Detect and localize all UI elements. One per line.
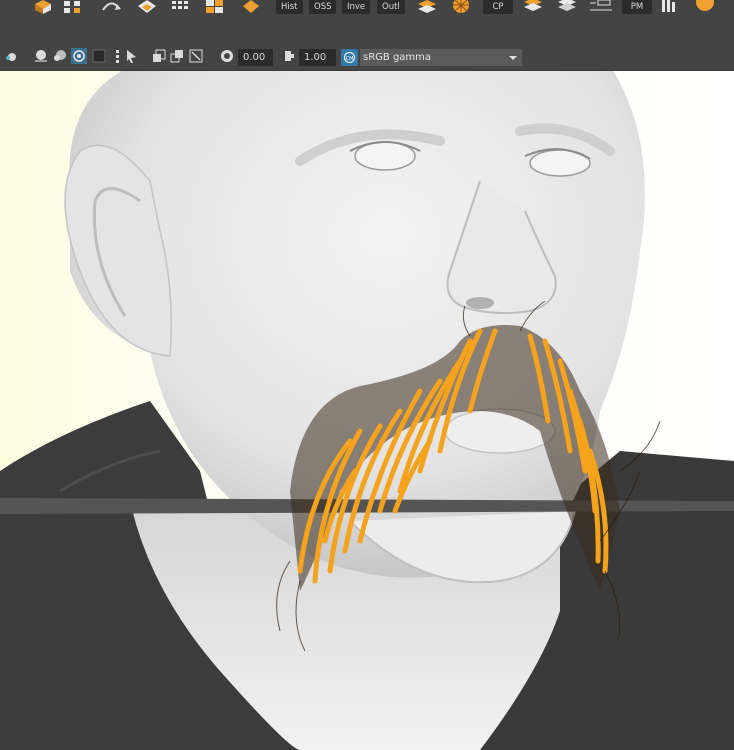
copy-icon[interactable]	[151, 48, 167, 64]
orange-cube-icon[interactable]	[204, 0, 226, 14]
rotate-arrow-icon[interactable]	[100, 0, 122, 14]
light-icon[interactable]	[4, 48, 20, 64]
diamond-icon[interactable]	[136, 0, 158, 14]
shaded-sphere-icon[interactable]	[33, 48, 49, 64]
layered-diamonds-icon[interactable]	[416, 0, 438, 14]
circle-dot-icon[interactable]	[694, 0, 716, 14]
isolate-icon[interactable]	[71, 48, 87, 64]
outl-button[interactable]: Outl	[377, 0, 405, 14]
shelf: Hist OSS Inve Outl CP PM	[0, 0, 734, 16]
layers-icon[interactable]	[556, 0, 578, 14]
gamma-icon[interactable]	[282, 48, 298, 64]
textured-sphere-icon[interactable]	[52, 48, 68, 64]
inve-button[interactable]: Inve	[342, 0, 371, 14]
gamma-field[interactable]: 1.00	[299, 49, 336, 66]
expand-icon[interactable]	[188, 48, 204, 64]
pm-button[interactable]: PM	[622, 0, 652, 14]
shelf-separator	[0, 16, 734, 39]
svg-text:CM: CM	[346, 56, 354, 62]
color-space-label: sRGB gamma	[363, 52, 432, 63]
oss-button[interactable]: OSS	[309, 0, 337, 14]
uv-grid-icon[interactable]	[62, 0, 84, 14]
dropdown-arrow-icon[interactable]	[504, 49, 522, 66]
grid-icon[interactable]	[170, 0, 192, 14]
viewport-scene	[0, 71, 734, 750]
cursor-icon[interactable]	[123, 48, 139, 64]
orange-square-icon[interactable]	[240, 0, 262, 14]
exposure-icon[interactable]	[219, 48, 235, 64]
panel-icon[interactable]	[658, 0, 680, 14]
viewport[interactable]	[0, 71, 734, 750]
color-management-icon[interactable]: CM	[341, 49, 358, 66]
cp-button[interactable]: CP	[483, 0, 513, 14]
sphere-lattice-icon[interactable]	[450, 0, 472, 14]
hist-button[interactable]: Hist	[276, 0, 303, 14]
stack-icon[interactable]	[522, 0, 544, 14]
color-space-dropdown[interactable]: sRGB gamma	[360, 49, 522, 66]
exposure-field[interactable]: 0.00	[238, 49, 273, 66]
box-lines-icon[interactable]	[590, 0, 612, 14]
cube-orange-icon[interactable]	[32, 0, 54, 14]
dark-square-icon[interactable]	[91, 48, 107, 64]
copy-alt-icon[interactable]	[169, 48, 185, 64]
